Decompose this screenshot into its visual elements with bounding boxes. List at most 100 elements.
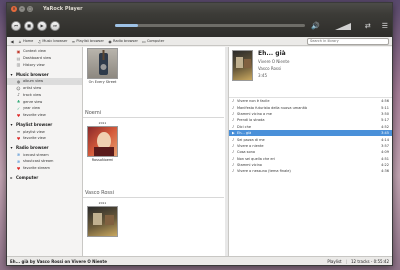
sidebar-item-label: History view [23, 62, 45, 67]
history-icon: ▥ [16, 62, 21, 68]
album-item[interactable]: 2011 RossoNoemi [86, 121, 119, 162]
stream-icon: ≋ [16, 152, 21, 158]
search-input[interactable]: Search in library [307, 37, 389, 45]
volume-icon[interactable]: 🔊 [311, 22, 320, 30]
track-length: 4:36 [381, 169, 389, 174]
track-title: Vivere non è facile [237, 99, 270, 104]
nav-home[interactable]: ⌂ Home [18, 38, 34, 44]
home-icon: ⌂ [18, 38, 22, 44]
back-button[interactable]: ◀ [10, 39, 14, 44]
album-cover [87, 206, 118, 237]
sidebar-item-playlist-favorite-view[interactable]: ♥ favorite view [7, 135, 82, 142]
stream-icon: ≋ [16, 158, 21, 164]
computer-icon: ▭ [142, 38, 146, 44]
now-playing-info: Eh... già Vivere O Niente Vasco Rossi 3:… [258, 50, 289, 94]
track-title: Manifesto futurista della nuova umanità [237, 105, 308, 110]
nav-label: Playlist browser [76, 39, 104, 43]
sidebar-item-history-view[interactable]: ▥ History view [7, 62, 82, 69]
next-icon[interactable]: ⏭ [50, 20, 60, 31]
player-toolbar: ⏮ ■ ▶ ⏭ 🔊 ⇄ ☰ [7, 14, 392, 37]
now-playing-title: Eh... già [258, 50, 286, 57]
album-item[interactable]: On Every Street [86, 48, 119, 84]
album-title: On Every Street [88, 80, 117, 84]
volume-slider[interactable] [334, 22, 351, 30]
close-icon[interactable]: × [11, 5, 17, 12]
track-title: Dici che [237, 124, 251, 129]
nav-computer[interactable]: ▭ Computer [142, 38, 164, 44]
collapse-arrow-icon: ▾ [10, 145, 13, 151]
sidebar-section-title: Radio browser [16, 145, 49, 151]
sidebar-item-favorite-view[interactable]: ♥ favorite view [7, 112, 82, 119]
title-bar: × – □ YaRock Player [7, 3, 392, 14]
album-cover [87, 126, 118, 157]
collapse-arrow-icon: ▾ [10, 71, 13, 77]
sidebar-item-context-view[interactable]: ▣ Context view [7, 48, 82, 55]
nav-music-browser[interactable]: ♫ Music browser [37, 39, 68, 44]
sidebar-item-album-view[interactable]: ◍ album view [7, 77, 82, 85]
nav-radio-browser[interactable]: ◉ Radio browser [108, 38, 138, 44]
track-length: 5:17 [381, 118, 389, 123]
album-cover [87, 48, 118, 79]
sidebar-item-label: Context view [23, 49, 46, 54]
track-title: Vivere o niente [237, 143, 264, 148]
track-length: 3:57 [381, 143, 389, 148]
playlist-panel: Eh... già Vivere O Niente Vasco Rossi 3:… [229, 47, 392, 256]
playlist-track-row[interactable]: ♪ Vivere o nessuno (tema finale) 4:36 [229, 168, 392, 174]
playlist-icon: ≡ [71, 38, 76, 44]
minimize-icon[interactable]: – [19, 5, 25, 12]
sidebar-item-playlist-view[interactable]: ≡ playlist view [7, 128, 82, 135]
sidebar-item-label: favorite view [23, 113, 46, 118]
status-separator: | [345, 258, 347, 264]
now-playing-length: 3:45 [258, 73, 267, 78]
album-item[interactable]: 2011 [86, 201, 119, 238]
track-title: Stammi vicino a me [237, 111, 272, 116]
sidebar-section-computer[interactable]: ▸ Computer [7, 174, 82, 182]
nav-playlist-browser[interactable]: ≡ Playlist browser [71, 38, 104, 44]
sidebar-item-shoutcast-stream[interactable]: ≋ shoutcast stream [7, 158, 82, 165]
sidebar-item-dashboard-view[interactable]: ▤ Dashboard view [7, 55, 82, 62]
shuffle-icon[interactable]: ⇄ [365, 22, 371, 30]
album-browser: On Every Street Noemi 2011 RossoNoemi Va… [83, 47, 229, 256]
sidebar-item-label: favorite stream [23, 166, 50, 171]
sidebar-section-music-browser[interactable]: ▾ Music browser [7, 70, 82, 78]
expand-arrow-icon: ▸ [10, 174, 13, 180]
sidebar-item-favorite-stream[interactable]: ♥ favorite stream [7, 165, 82, 172]
status-summary: 12 tracks - 0:55:42 [350, 258, 389, 264]
track-title: Eh... già [237, 131, 252, 136]
artist-group-header: Noemi [85, 110, 102, 116]
navigation-bar: ◀ ⌂ Home ♫ Music browser ≡ Playlist browser… [7, 37, 392, 46]
track-length: 5:11 [381, 105, 389, 110]
sidebar-item-icecast-stream[interactable]: ≋ icecast stream [7, 151, 82, 158]
sidebar-item-track-view[interactable]: ♪ track view [7, 91, 82, 98]
sidebar-item-year-view[interactable]: ✓ year view [7, 105, 82, 112]
heart-icon: ♥ [16, 112, 21, 118]
status-playlist-label[interactable]: Playlist [327, 259, 341, 264]
track-title: Prendi la strada [237, 118, 265, 123]
album-art-image [236, 57, 251, 68]
seek-progress [115, 24, 138, 27]
sidebar-item-label: Dashboard view [23, 56, 52, 61]
window-controls: × – □ [11, 5, 33, 12]
track-length: 4:52 [381, 124, 389, 129]
sidebar-item-label: icecast stream [23, 152, 49, 157]
sidebar-section-radio-browser[interactable]: ▾ Radio browser [7, 144, 82, 152]
track-length: 3:50 [381, 111, 389, 116]
radio-icon: ◉ [108, 38, 112, 44]
sidebar-item-artist-view[interactable]: ☺ artist view [7, 85, 82, 92]
maximize-icon[interactable]: □ [27, 5, 33, 12]
album-browser-scrollbar[interactable] [225, 47, 228, 256]
album-art-image [94, 132, 114, 156]
group-divider [83, 197, 224, 198]
artist-icon: ☺ [16, 85, 21, 91]
sidebar-section-playlist-browser[interactable]: ▾ Playlist browser [7, 121, 82, 129]
heart-icon: ♥ [16, 135, 21, 141]
play-icon[interactable]: ▶ [37, 20, 47, 31]
album-title: RossoNoemi [91, 158, 114, 162]
app-window: × – □ YaRock Player ⏮ ■ ▶ ⏭ 🔊 ⇄ ☰ ◀ ⌂ Hom… [6, 2, 393, 266]
album-year: 2011 [98, 201, 107, 205]
menu-icon[interactable]: ☰ [382, 22, 388, 30]
stop-icon[interactable]: ■ [24, 20, 34, 31]
seek-bar[interactable] [115, 24, 305, 27]
previous-icon[interactable]: ⏮ [11, 20, 21, 31]
sidebar-item-genre-view[interactable]: ♣ genre view [7, 98, 82, 105]
